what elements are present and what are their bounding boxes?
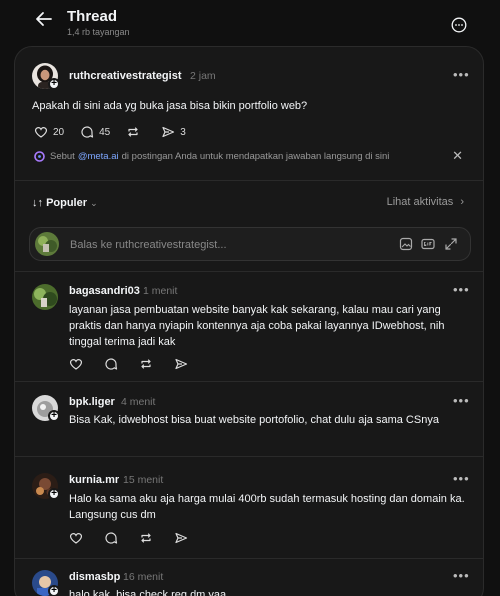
post-text: Apakah di sini ada yg buka jasa bisa bik…	[32, 100, 308, 112]
heart-icon	[34, 127, 48, 138]
follow-plus-icon[interactable]: +	[48, 410, 60, 422]
repost-button[interactable]	[139, 531, 158, 545]
comment-icon	[105, 358, 118, 370]
reply-more-icon[interactable]: •••	[453, 568, 470, 583]
reply-text: layanan jasa pembuatan website banyak ka…	[69, 304, 445, 348]
thread-panel: + ruthcreativestrategist 2 jam ••• Apaka…	[14, 46, 484, 596]
reply-text: Halo ka sama aku aja harga mulai 400rb s…	[69, 493, 465, 521]
send-icon	[175, 532, 188, 544]
image-icon[interactable]	[399, 237, 413, 251]
reply-time: 15 menit	[123, 474, 164, 486]
reply-time: 1 menit	[143, 285, 178, 297]
back-arrow-icon[interactable]	[34, 9, 54, 29]
more-options-icon[interactable]	[451, 17, 467, 33]
comment-button[interactable]: 45	[80, 125, 110, 139]
reply-actions	[69, 357, 209, 371]
activity-label: Lihat aktivitas	[386, 196, 454, 208]
post-username[interactable]: ruthcreativestrategist	[69, 70, 182, 82]
avatar	[35, 232, 59, 256]
meta-ai-hint: Sebut @meta.ai di postingan Anda untuk m…	[34, 149, 474, 163]
reply-text: halo kak, bisa check reg dm yaa	[69, 589, 227, 596]
sort-arrows-icon: ↓↑	[32, 197, 43, 209]
meta-ai-link[interactable]: @meta.ai	[78, 151, 119, 162]
share-button[interactable]	[174, 531, 193, 545]
chevron-down-icon: ⌄	[90, 198, 98, 208]
comment-button[interactable]	[104, 531, 123, 545]
divider	[15, 271, 483, 272]
meta-hint-suffix: di postingan Anda untuk mendapatkan jawa…	[121, 150, 390, 162]
share-count: 3	[180, 126, 186, 138]
avatar[interactable]	[32, 284, 58, 310]
repost-icon	[128, 127, 138, 137]
reply-actions	[69, 531, 209, 545]
reply-more-icon[interactable]: •••	[453, 393, 470, 408]
like-button[interactable]	[69, 531, 88, 545]
chevron-right-icon: ›	[460, 196, 464, 208]
comment-count: 45	[99, 126, 111, 138]
gif-icon[interactable]	[421, 237, 435, 251]
follow-plus-icon[interactable]: +	[48, 488, 60, 500]
reply-username[interactable]: bagasandri03	[69, 285, 140, 297]
heart-icon	[69, 533, 83, 544]
repost-icon	[141, 359, 151, 369]
reply-time: 4 menit	[121, 396, 156, 408]
reply-more-icon[interactable]: •••	[453, 471, 470, 486]
reply-composer	[29, 227, 471, 261]
post-actions: 20 45 3	[34, 125, 202, 139]
reply-username[interactable]: kurnia.mr	[69, 474, 119, 486]
heart-icon	[69, 359, 83, 370]
comment-button[interactable]	[104, 357, 123, 371]
follow-plus-icon[interactable]: +	[48, 78, 60, 90]
repost-button[interactable]	[139, 357, 158, 371]
comment-icon	[81, 126, 94, 138]
divider	[15, 381, 483, 382]
post-time: 2 jam	[190, 70, 216, 82]
share-button[interactable]	[174, 357, 193, 371]
reply-username[interactable]: dismasbp	[69, 571, 120, 583]
send-icon	[162, 126, 175, 138]
send-icon	[175, 358, 188, 370]
view-activity-link[interactable]: Lihat aktivitas ›	[387, 196, 464, 208]
like-button[interactable]: 20	[34, 125, 64, 139]
repost-button[interactable]	[126, 125, 145, 139]
post-more-icon[interactable]: •••	[453, 67, 470, 82]
divider	[15, 558, 483, 559]
reply-text: Bisa Kak, idwebhost bisa buat website po…	[69, 414, 439, 426]
like-count: 20	[53, 126, 65, 138]
view-count: 1,4 rb tayangan	[67, 27, 130, 37]
like-button[interactable]	[69, 357, 88, 371]
sort-dropdown[interactable]: ↓↑ Populer ⌄	[32, 197, 98, 209]
divider	[15, 180, 483, 181]
reply-more-icon[interactable]: •••	[453, 282, 470, 297]
repost-icon	[141, 533, 151, 543]
follow-plus-icon[interactable]: +	[48, 585, 60, 596]
top-bar: Thread 1,4 rb tayangan	[0, 0, 500, 44]
close-icon[interactable]: ✕	[452, 148, 463, 164]
meta-hint-prefix: Sebut	[50, 150, 75, 162]
share-button[interactable]: 3	[161, 125, 186, 139]
reply-username[interactable]: bpk.liger	[69, 396, 115, 408]
expand-icon[interactable]	[444, 237, 458, 251]
reply-time: 16 menit	[123, 571, 164, 583]
comment-icon	[105, 532, 118, 544]
divider	[15, 456, 483, 457]
reply-input[interactable]	[70, 237, 370, 253]
page-title: Thread	[67, 8, 118, 25]
meta-ai-icon	[34, 150, 45, 162]
sort-label: Populer	[46, 197, 88, 209]
